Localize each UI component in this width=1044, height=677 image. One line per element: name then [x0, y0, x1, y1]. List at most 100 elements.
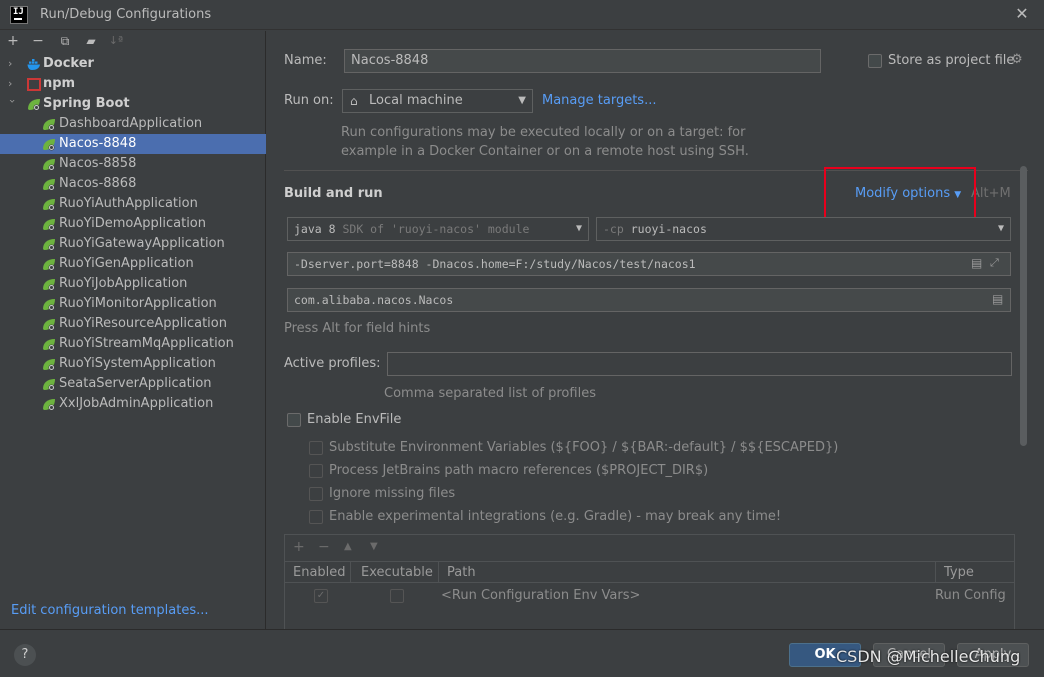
run-on-hint-line-2: example in a Docker Container or on a re…	[341, 144, 749, 159]
tree-item-ruoyiresourceapplication[interactable]: RuoYiResourceApplication	[0, 314, 266, 334]
store-as-project-file-checkbox[interactable]	[868, 54, 882, 68]
name-field[interactable]: Nacos-8848	[344, 49, 821, 73]
table-row[interactable]: ✓ <Run Configuration Env Vars> Run Confi…	[285, 585, 1014, 607]
row-type: Run Config	[935, 588, 1006, 603]
envfile-table-toolbar: + − ▲ ▼	[285, 535, 1014, 559]
tree-group-spring-boot[interactable]: › Spring Boot	[0, 94, 266, 114]
envfile-table-header: Enabled Executable Path Type	[285, 561, 1014, 583]
sidebar-toolbar: + − ⧉ ▰ ↓ª	[0, 31, 266, 53]
run-on-select[interactable]: ⌂ Local machine ▼	[342, 89, 533, 113]
tree-item-label: RuoYiGenApplication	[59, 256, 194, 271]
scrollbar-thumb[interactable]	[1020, 166, 1027, 446]
move-down-icon[interactable]: ▼	[370, 541, 378, 552]
classpath-module-select[interactable]: -cp ruoyi-nacos ▼	[596, 217, 1011, 241]
chevron-down-icon[interactable]: ›	[2, 99, 22, 109]
process-path-macros-label: Process JetBrains path macro references …	[329, 463, 709, 478]
tree-item-nacos-8848[interactable]: Nacos-8848	[0, 134, 266, 154]
configurations-sidebar: + − ⧉ ▰ ↓ª › Docker › npm › Spring Boot …	[0, 31, 266, 629]
row-executable-checkbox[interactable]	[390, 589, 404, 603]
run-on-value: Local machine	[369, 93, 463, 108]
manage-targets-link[interactable]: Manage targets...	[542, 93, 656, 108]
column-header-executable[interactable]: Executable	[353, 562, 439, 583]
sort-configurations-icon[interactable]: ↓ª	[106, 31, 126, 51]
enable-envfile-checkbox[interactable]	[287, 413, 301, 427]
document-icon[interactable]: ▤	[971, 256, 982, 270]
spring-boot-app-icon	[42, 358, 56, 371]
vm-options-field[interactable]: -Dserver.port=8848 -Dnacos.home=F:/study…	[287, 252, 1011, 276]
highlight-box	[824, 167, 976, 222]
csdn-watermark: CSDN @MichelleChung	[836, 647, 1021, 666]
home-icon: ⌂	[350, 94, 358, 108]
tree-item-ruoyimonitorapplication[interactable]: RuoYiMonitorApplication	[0, 294, 266, 314]
tree-item-ruoyistreammqapplication[interactable]: RuoYiStreamMqApplication	[0, 334, 266, 354]
tree-item-label: RuoYiMonitorApplication	[59, 296, 217, 311]
run-on-label: Run on:	[284, 93, 334, 108]
help-button[interactable]: ?	[14, 644, 36, 666]
substitute-env-vars-checkbox[interactable]	[309, 441, 323, 455]
copy-configuration-icon[interactable]: ⧉	[55, 31, 75, 51]
expand-icon[interactable]: ⤢	[990, 256, 999, 270]
tree-item-ruoyigenapplication[interactable]: RuoYiGenApplication	[0, 254, 266, 274]
tree-item-label: RuoYiGatewayApplication	[59, 236, 225, 251]
remove-env-file-button[interactable]: −	[318, 539, 330, 555]
spring-boot-app-icon	[42, 178, 56, 191]
add-env-file-button[interactable]: +	[293, 539, 305, 555]
browse-class-icon[interactable]: ▤	[992, 292, 1003, 306]
chevron-down-icon: ▼	[518, 95, 526, 106]
tree-group-npm[interactable]: › npm	[0, 74, 266, 94]
tree-item-label: RuoYiDemoApplication	[59, 216, 206, 231]
classpath-module-value: ruoyi-nacos	[630, 222, 707, 236]
active-profiles-input[interactable]	[387, 352, 1012, 376]
chevron-down-icon: ▼	[575, 223, 582, 234]
column-header-type[interactable]: Type	[936, 562, 1014, 583]
tree-item-nacos-8868[interactable]: Nacos-8868	[0, 174, 266, 194]
vm-options-value: -Dserver.port=8848 -Dnacos.home=F:/study…	[294, 257, 696, 271]
column-header-enabled[interactable]: Enabled	[285, 562, 351, 583]
spring-boot-app-icon	[42, 258, 56, 271]
spring-boot-app-icon	[42, 158, 56, 171]
tree-item-ruoyijobapplication[interactable]: RuoYiJobApplication	[0, 274, 266, 294]
tree-item-ruoyiauthapplication[interactable]: RuoYiAuthApplication	[0, 194, 266, 214]
run-on-hint-line-1: Run configurations may be executed local…	[341, 125, 746, 140]
row-enabled-checkbox[interactable]: ✓	[314, 589, 328, 603]
spring-boot-app-icon	[42, 198, 56, 211]
tree-group-label: Docker	[43, 56, 94, 71]
chevron-right-icon[interactable]: ›	[8, 74, 18, 94]
active-profiles-hint: Comma separated list of profiles	[384, 386, 596, 401]
spring-boot-app-icon	[42, 338, 56, 351]
tree-item-dashboardapplication[interactable]: DashboardApplication	[0, 114, 266, 134]
ignore-missing-files-checkbox[interactable]	[309, 487, 323, 501]
classpath-prefix: -cp	[603, 222, 624, 236]
tree-group-docker[interactable]: › Docker	[0, 54, 266, 74]
main-class-field[interactable]: com.alibaba.nacos.Nacos	[287, 288, 1011, 312]
remove-configuration-button[interactable]: −	[28, 31, 48, 51]
modify-options-shortcut: Alt+M	[971, 186, 1011, 201]
edit-configuration-templates-link[interactable]: Edit configuration templates...	[11, 603, 209, 618]
move-to-folder-icon[interactable]: ▰	[81, 31, 101, 51]
column-header-path[interactable]: Path	[439, 562, 936, 583]
spring-boot-app-icon	[42, 218, 56, 231]
tree-item-label: Nacos-8858	[59, 156, 137, 171]
jdk-select[interactable]: java 8 SDK of 'ruoyi-nacos' module ▼	[287, 217, 589, 241]
process-path-macros-checkbox[interactable]	[309, 464, 323, 478]
chevron-right-icon[interactable]: ›	[8, 54, 18, 74]
experimental-integrations-checkbox[interactable]	[309, 510, 323, 524]
spring-boot-app-icon	[42, 238, 56, 251]
tree-item-ruoyidemoapplication[interactable]: RuoYiDemoApplication	[0, 214, 266, 234]
spring-boot-app-icon	[42, 398, 56, 411]
store-as-project-file-label: Store as project file	[888, 53, 1015, 68]
tree-item-seataserverapplication[interactable]: SeataServerApplication	[0, 374, 266, 394]
add-configuration-button[interactable]: +	[3, 31, 23, 51]
tree-item-label: RuoYiSystemApplication	[59, 356, 216, 371]
tree-item-ruoyisystemapplication[interactable]: RuoYiSystemApplication	[0, 354, 266, 374]
tree-item-label: Nacos-8868	[59, 176, 137, 191]
tree-item-ruoyigatewayapplication[interactable]: RuoYiGatewayApplication	[0, 234, 266, 254]
move-up-icon[interactable]: ▲	[344, 541, 352, 552]
jdk-value: java 8	[294, 222, 336, 236]
dialog-footer: ? OK Cancel Apply CSDN @MichelleChung	[0, 629, 1044, 677]
tree-item-xxljobadminapplication[interactable]: XxlJobAdminApplication	[0, 394, 266, 414]
tree-item-nacos-8858[interactable]: Nacos-8858	[0, 154, 266, 174]
close-window-icon[interactable]: ✕	[1011, 3, 1033, 25]
spring-boot-app-icon	[42, 118, 56, 131]
gear-icon[interactable]: ⚙	[1011, 52, 1023, 67]
